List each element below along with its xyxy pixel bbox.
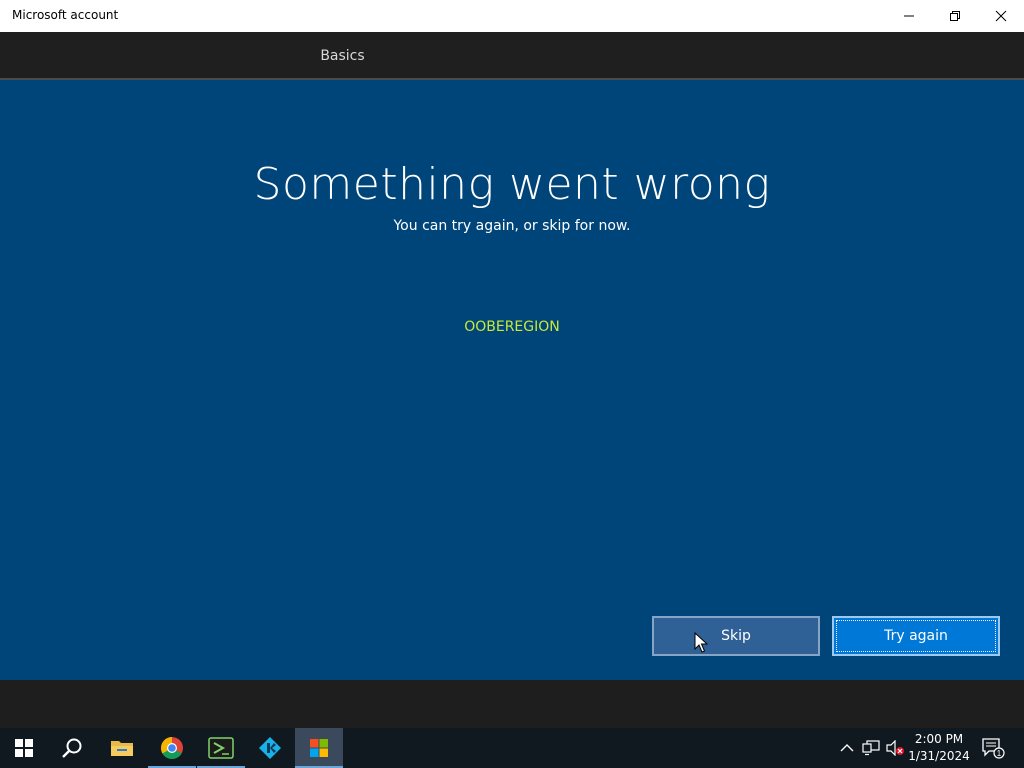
chevron-up-icon — [840, 744, 854, 752]
kodi-icon — [259, 737, 281, 759]
try-again-button-label: Try again — [884, 628, 948, 644]
taskbar-clock[interactable]: 2:00 PM 1/31/2024 — [905, 731, 973, 765]
start-icon — [15, 739, 33, 757]
try-again-button[interactable]: Try again — [832, 616, 1000, 656]
clock-time: 2:00 PM — [914, 732, 964, 746]
search-icon — [62, 738, 82, 758]
skip-button-label: Skip — [721, 628, 751, 644]
restore-icon — [950, 11, 960, 21]
minimize-icon — [904, 15, 914, 17]
window-title: Microsoft account — [12, 8, 119, 22]
action-center-button[interactable]: 1 — [978, 728, 1008, 768]
file-explorer-button[interactable] — [98, 728, 146, 768]
terminal-app-icon — [208, 737, 234, 759]
show-hidden-icons-button[interactable] — [836, 728, 858, 768]
minimize-button[interactable] — [886, 0, 932, 32]
network-button[interactable] — [860, 728, 882, 768]
region-code-label: OOBEREGION — [464, 319, 560, 335]
page-subtitle: You can try again, or skip for now. — [393, 218, 631, 234]
window-title-bar: Microsoft account — [0, 0, 1024, 32]
notification-count: 1 — [997, 749, 1002, 758]
chrome-icon — [161, 737, 183, 759]
footer-band — [0, 680, 1024, 728]
volume-muted-icon — [886, 740, 904, 756]
close-icon — [995, 10, 1007, 22]
network-icon — [862, 740, 880, 756]
chrome-button[interactable] — [148, 728, 196, 768]
volume-button[interactable] — [884, 728, 906, 768]
microsoft-account-button[interactable] — [295, 728, 343, 768]
start-button[interactable] — [0, 728, 48, 768]
clock-date: 1/31/2024 — [908, 749, 970, 763]
oobe-panel: Something went wrong You can try again, … — [0, 80, 1024, 680]
close-button[interactable] — [978, 0, 1024, 32]
terminal-app-button[interactable] — [197, 728, 245, 768]
tab-label: Basics — [320, 48, 365, 64]
file-explorer-icon — [111, 741, 133, 756]
progress-tabs: Basics — [0, 32, 1024, 82]
tab-basics: Basics — [245, 32, 440, 82]
microsoft-store-icon — [310, 739, 328, 757]
restore-button[interactable] — [932, 0, 978, 32]
taskbar: 2:00 PM 1/31/2024 1 — [0, 728, 1024, 768]
notification-icon: 1 — [982, 738, 1005, 759]
skip-button[interactable]: Skip — [652, 616, 820, 656]
page-title: Something went wrong — [253, 159, 771, 210]
kodi-button[interactable] — [246, 728, 294, 768]
mouse-cursor-icon — [694, 632, 708, 653]
search-button[interactable] — [48, 728, 96, 768]
